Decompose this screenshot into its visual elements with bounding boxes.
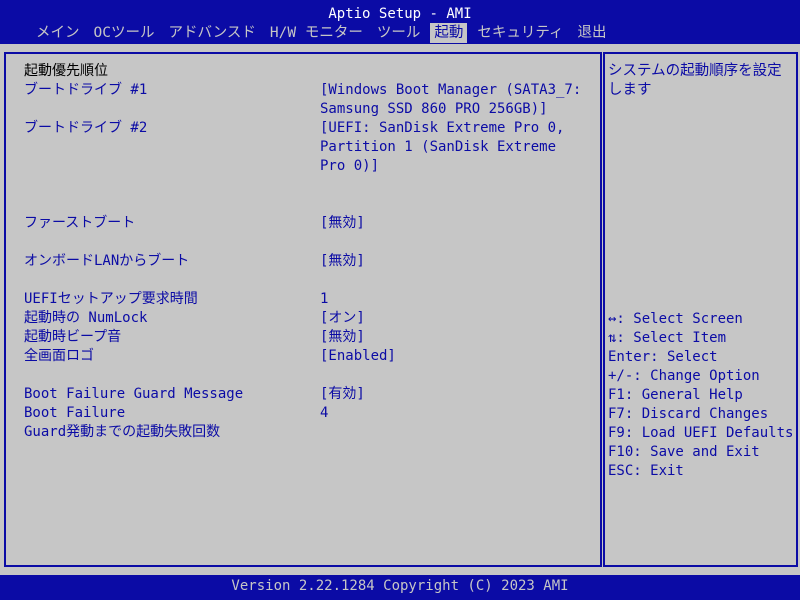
key-enter-select: Enter: Select: [608, 349, 718, 365]
numlock-label[interactable]: 起動時の NumLock: [24, 309, 147, 328]
key-select-item: ⇅: Select Item: [608, 330, 727, 346]
key-save-exit: F10: Save and Exit: [608, 444, 760, 460]
help-description: システムの起動順序を設定します: [608, 63, 782, 98]
tab-hw-monitor[interactable]: H/W モニター: [266, 23, 367, 43]
key-discard-changes: F7: Discard Changes: [608, 406, 769, 422]
tab-main[interactable]: メイン: [32, 23, 84, 43]
full-screen-logo-value[interactable]: [Enabled]: [320, 347, 396, 366]
section-heading-boot-priority: 起動優先順位: [24, 63, 108, 79]
uefi-setup-wait-value[interactable]: 1: [320, 290, 328, 309]
boot-drive-2-value-line1[interactable]: [UEFI: SanDisk Extreme Pro 0,: [320, 119, 564, 138]
boot-drive-2-value-line2[interactable]: Partition 1 (SanDisk Extreme: [320, 138, 556, 157]
boot-drive-2-label[interactable]: ブートドライブ #2: [24, 119, 147, 138]
key-esc-exit: ESC: Exit: [608, 463, 684, 479]
key-load-defaults: F9: Load UEFI Defaults: [608, 425, 794, 441]
boot-drive-2-value-line3[interactable]: Pro 0)]: [320, 157, 379, 176]
uefi-setup-wait-label[interactable]: UEFIセットアップ要求時間: [24, 290, 198, 309]
tab-bar: メイン OCツール アドバンスド H/W モニター ツール 起動 セキュリティ …: [32, 23, 616, 43]
key-select-screen: ↔: Select Screen: [608, 311, 743, 327]
window-title: Aptio Setup - AMI: [328, 6, 472, 22]
boot-failure-guard-count-value[interactable]: 4: [320, 404, 328, 423]
fast-boot-value[interactable]: [無効]: [320, 214, 365, 233]
tab-boot[interactable]: 起動: [430, 23, 468, 43]
boot-drive-1-value-line1[interactable]: [Windows Boot Manager (SATA3_7:: [320, 81, 581, 100]
tab-advanced[interactable]: アドバンスド: [164, 23, 259, 43]
version-text: Version 2.22.1284 Copyright (C) 2023 AMI: [231, 578, 569, 594]
key-legend: ↔: Select Screen ⇅: Select Item Enter: S…: [608, 310, 793, 481]
boot-failure-guard-count-label-line2[interactable]: Guard発動までの起動失敗回数: [24, 423, 220, 442]
boot-drive-1-label[interactable]: ブートドライブ #1: [24, 81, 147, 100]
key-general-help: F1: General Help: [608, 387, 743, 403]
tab-exit[interactable]: 退出: [573, 23, 610, 43]
boot-beep-value[interactable]: [無効]: [320, 328, 365, 347]
key-change-option: +/-: Change Option: [608, 368, 760, 384]
boot-failure-guard-message-value[interactable]: [有効]: [320, 385, 365, 404]
boot-failure-guard-count-label-line1[interactable]: Boot Failure: [24, 404, 125, 423]
numlock-value[interactable]: [オン]: [320, 309, 365, 328]
full-screen-logo-label[interactable]: 全画面ロゴ: [24, 347, 94, 366]
tab-oc-tools[interactable]: OCツール: [90, 23, 159, 43]
boot-beep-label[interactable]: 起動時ビープ音: [24, 328, 121, 347]
boot-drive-1-value-line2[interactable]: Samsung SSD 860 PRO 256GB)]: [320, 100, 548, 119]
onboard-lan-boot-label[interactable]: オンボードLANからブート: [24, 252, 189, 271]
tab-tools[interactable]: ツール: [373, 23, 425, 43]
boot-failure-guard-message-label[interactable]: Boot Failure Guard Message: [24, 385, 243, 404]
tab-security[interactable]: セキュリティ: [473, 23, 567, 43]
onboard-lan-boot-value[interactable]: [無効]: [320, 252, 365, 271]
fast-boot-label[interactable]: ファーストブート: [24, 214, 135, 233]
